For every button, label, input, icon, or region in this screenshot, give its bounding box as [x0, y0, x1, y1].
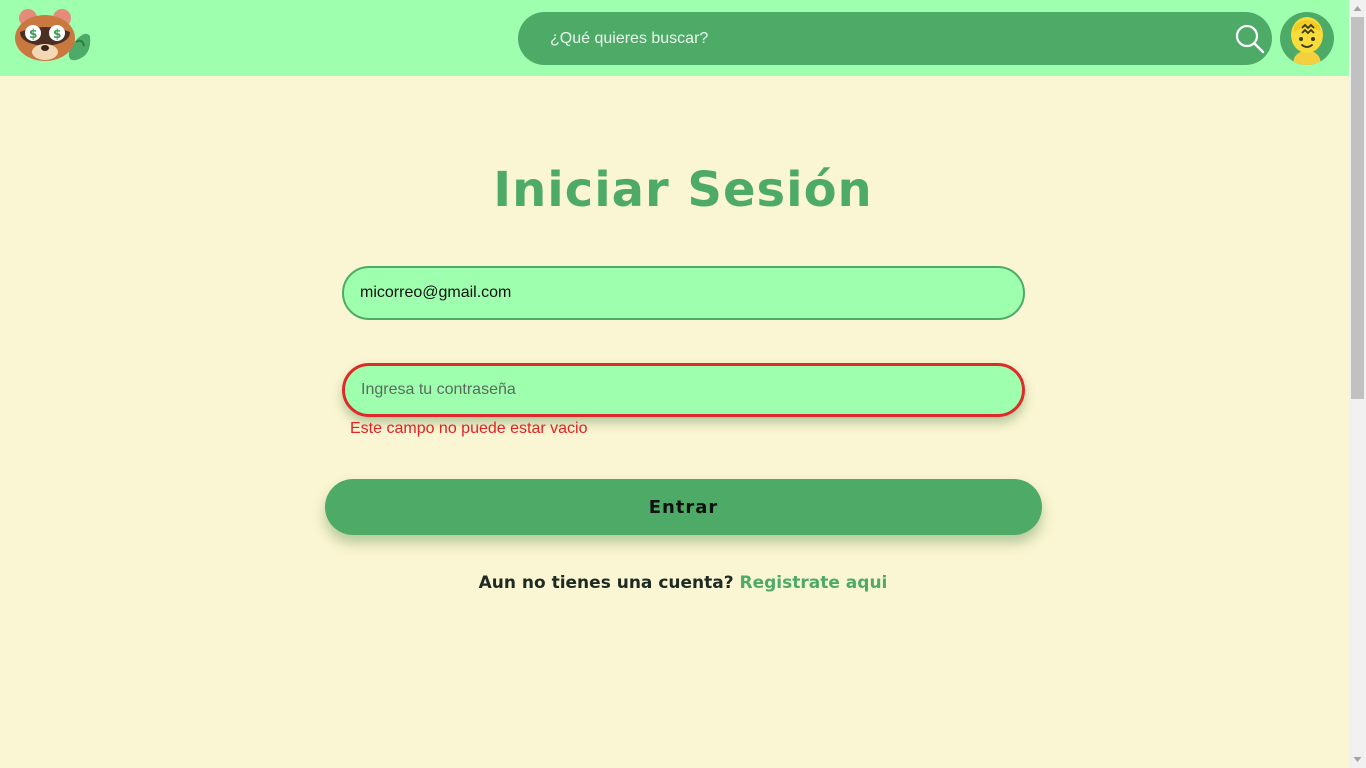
- login-submit-button[interactable]: Entrar: [325, 479, 1042, 535]
- svg-text:$: $: [53, 27, 61, 41]
- page-title: Iniciar Sesión: [493, 162, 873, 218]
- raccoon-logo-icon[interactable]: $ $: [14, 8, 94, 66]
- register-prompt-text: Aun no tienes una cuenta?: [478, 573, 734, 593]
- search-input[interactable]: [518, 12, 1218, 65]
- svg-text:$: $: [29, 27, 37, 41]
- register-link[interactable]: Registrate aqui: [740, 573, 888, 593]
- password-error-message: Este campo no puede estar vacio: [350, 420, 588, 437]
- top-nav: $ $: [0, 0, 1349, 76]
- page-scrollbar[interactable]: [1349, 0, 1366, 768]
- scroll-down-arrow-icon[interactable]: [1353, 755, 1362, 764]
- password-field[interactable]: [342, 363, 1025, 417]
- villager-avatar-icon[interactable]: [1280, 12, 1334, 65]
- search-icon[interactable]: [1234, 23, 1266, 55]
- scroll-up-arrow-icon[interactable]: [1353, 4, 1362, 13]
- scrollbar-thumb[interactable]: [1351, 17, 1364, 399]
- register-prompt: Aun no tienes una cuenta? Registrate aqu…: [0, 573, 1366, 593]
- email-field[interactable]: [342, 266, 1025, 320]
- search-bar: [518, 12, 1272, 65]
